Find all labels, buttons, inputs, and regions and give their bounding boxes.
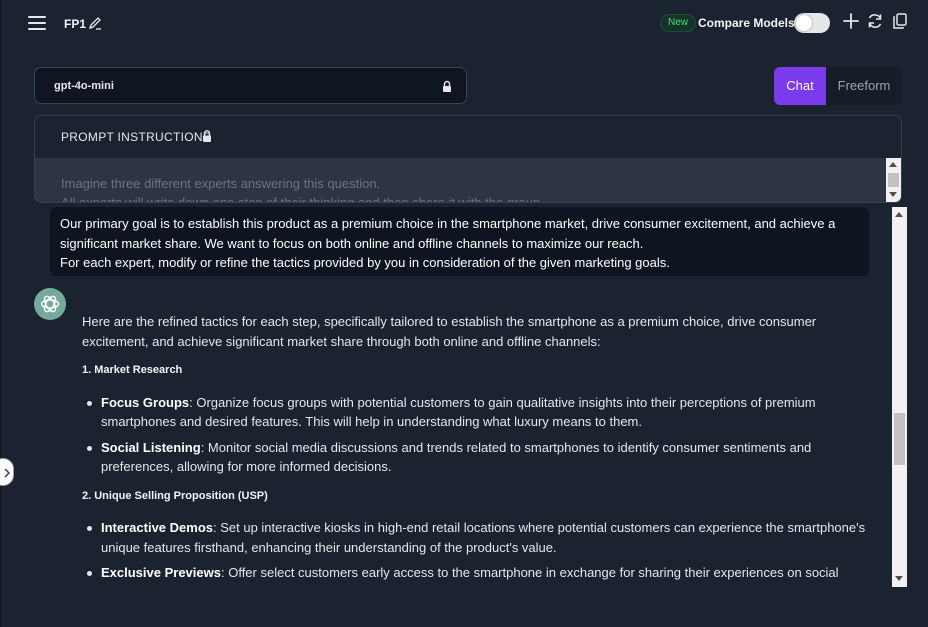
lock-icon — [443, 80, 451, 92]
sidebar-toggle[interactable] — [0, 458, 14, 486]
tactic-list: Interactive Demos: Set up interactive ki… — [82, 518, 872, 587]
prompt-instructions-body[interactable]: Imagine three different experts answerin… — [35, 158, 901, 203]
prompt-instructions-panel: PROMPT INSTRUCTIONS Imagine three differ… — [34, 115, 902, 203]
tactic-name: Interactive Demos — [101, 520, 213, 535]
chat-scrollbar[interactable] — [892, 207, 907, 587]
tactic-list: Focus Groups: Organize focus groups with… — [82, 393, 872, 477]
list-item: Focus Groups: Organize focus groups with… — [87, 393, 872, 432]
prompt-text: Imagine three different experts answerin… — [61, 174, 544, 203]
openai-logo-icon — [40, 295, 60, 313]
assistant-intro: Here are the refined tactics for each st… — [82, 314, 817, 349]
pencil-icon[interactable] — [87, 15, 103, 31]
section-heading: 2. Unique Selling Proposition (USP) — [82, 489, 268, 502]
app-window: FP1 New Compare Models gpt-4o-mini Chat … — [0, 0, 928, 627]
top-bar: FP1 New Compare Models — [1, 0, 928, 46]
model-selector[interactable]: gpt-4o-mini — [34, 67, 467, 104]
scroll-down-arrow[interactable] — [895, 576, 903, 581]
section-heading: 1. Market Research — [82, 364, 183, 376]
scroll-thumb[interactable] — [894, 413, 905, 465]
prompt-instructions-title: PROMPT INSTRUCTIONS — [61, 130, 212, 144]
prompt-line: Imagine three different experts answerin… — [61, 176, 381, 191]
plus-icon[interactable] — [842, 12, 860, 30]
tactic-text: : Organize focus groups with potential c… — [101, 394, 816, 430]
lock-icon — [203, 130, 211, 142]
tactic-text: : Set up interactive kiosks in high-end … — [101, 520, 866, 555]
tab-freeform[interactable]: Freeform — [826, 67, 902, 105]
list-item: Exclusive Previews: Offer select custome… — [87, 563, 872, 587]
chat-messages: Our primary goal is to establish this pr… — [34, 207, 894, 587]
user-message-line: Our primary goal is to establish this pr… — [60, 216, 836, 251]
chevron-right-icon — [4, 468, 11, 478]
scroll-thumb[interactable] — [888, 173, 899, 187]
refresh-icon[interactable] — [866, 12, 884, 30]
user-message-line: For each expert, modify or refine the ta… — [60, 255, 670, 270]
compare-models-toggle[interactable] — [794, 13, 830, 33]
tactic-name: Focus Groups — [101, 394, 190, 410]
tab-chat[interactable]: Chat — [774, 67, 826, 105]
menu-icon[interactable] — [28, 16, 46, 30]
list-item: Interactive Demos: Set up interactive ki… — [87, 518, 872, 557]
scroll-down-arrow[interactable] — [889, 192, 897, 197]
prompt-scrollbar[interactable] — [886, 158, 901, 202]
tactic-text: : Monitor social media discussions and t… — [101, 439, 812, 475]
list-item: Social Listening: Monitor social media d… — [87, 438, 872, 477]
new-badge: New — [660, 14, 697, 32]
copy-icon[interactable] — [891, 12, 909, 30]
assistant-avatar — [34, 288, 66, 320]
toggle-knob — [796, 15, 812, 31]
mode-switch: Chat Freeform — [774, 67, 902, 105]
scroll-up-arrow[interactable] — [889, 162, 897, 167]
prompt-line: All experts will write down one step of … — [61, 195, 544, 203]
compare-models-label: Compare Models — [698, 16, 795, 30]
scroll-up-arrow[interactable] — [895, 212, 903, 217]
user-message: Our primary goal is to establish this pr… — [50, 207, 869, 276]
model-name: gpt-4o-mini — [54, 80, 114, 92]
tactic-name: Social Listening — [101, 439, 201, 455]
project-title: FP1 — [64, 17, 87, 31]
tactic-name: Exclusive Previews — [101, 565, 221, 580]
assistant-message: Here are the refined tactics for each st… — [82, 312, 872, 587]
